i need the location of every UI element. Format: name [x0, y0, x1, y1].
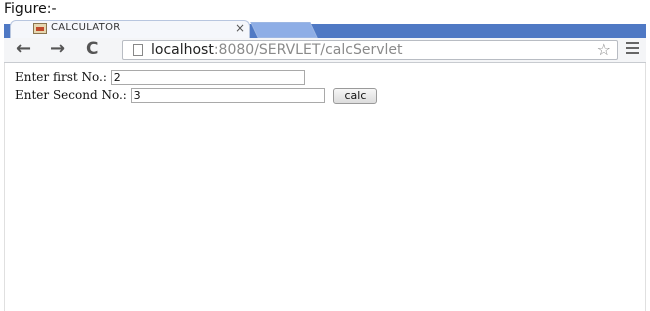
page-content: Enter first No.: 2 Enter Second No.: 3 c…	[4, 63, 646, 311]
browser-toolbar: ← → C localhost:8080/SERVLET/calcServlet…	[4, 38, 646, 63]
figure-caption: Figure:-	[4, 1, 57, 17]
second-number-label: Enter Second No.:	[15, 88, 127, 102]
second-number-row: Enter Second No.: 3 calc	[15, 87, 378, 104]
page-icon	[133, 44, 143, 56]
forward-arrow-icon[interactable]: →	[50, 38, 65, 60]
url-text: localhost:8080/SERVLET/calcServlet	[151, 42, 403, 59]
tab-strip: CALCULATOR ×	[4, 18, 646, 38]
first-number-label: Enter first No.:	[15, 70, 107, 84]
back-arrow-icon[interactable]: ←	[16, 38, 31, 60]
browser-tab[interactable]: CALCULATOR ×	[10, 20, 250, 38]
close-tab-icon[interactable]: ×	[235, 21, 245, 35]
first-number-input[interactable]: 2	[110, 70, 305, 85]
calc-button[interactable]: calc	[333, 87, 378, 104]
bookmark-star-icon[interactable]: ☆	[597, 40, 611, 59]
address-bar[interactable]: localhost:8080/SERVLET/calcServlet ☆	[122, 40, 618, 60]
reload-icon[interactable]: C	[86, 38, 98, 60]
new-tab-button[interactable]	[250, 22, 318, 38]
url-path: :8080/SERVLET/calcServlet	[213, 42, 403, 58]
second-number-input[interactable]: 3	[130, 88, 325, 103]
menu-icon[interactable]	[626, 42, 640, 56]
first-number-row: Enter first No.: 2	[15, 69, 305, 85]
tab-title: CALCULATOR	[51, 22, 121, 33]
calculator-favicon-icon	[33, 23, 47, 34]
url-host: localhost	[151, 42, 214, 58]
